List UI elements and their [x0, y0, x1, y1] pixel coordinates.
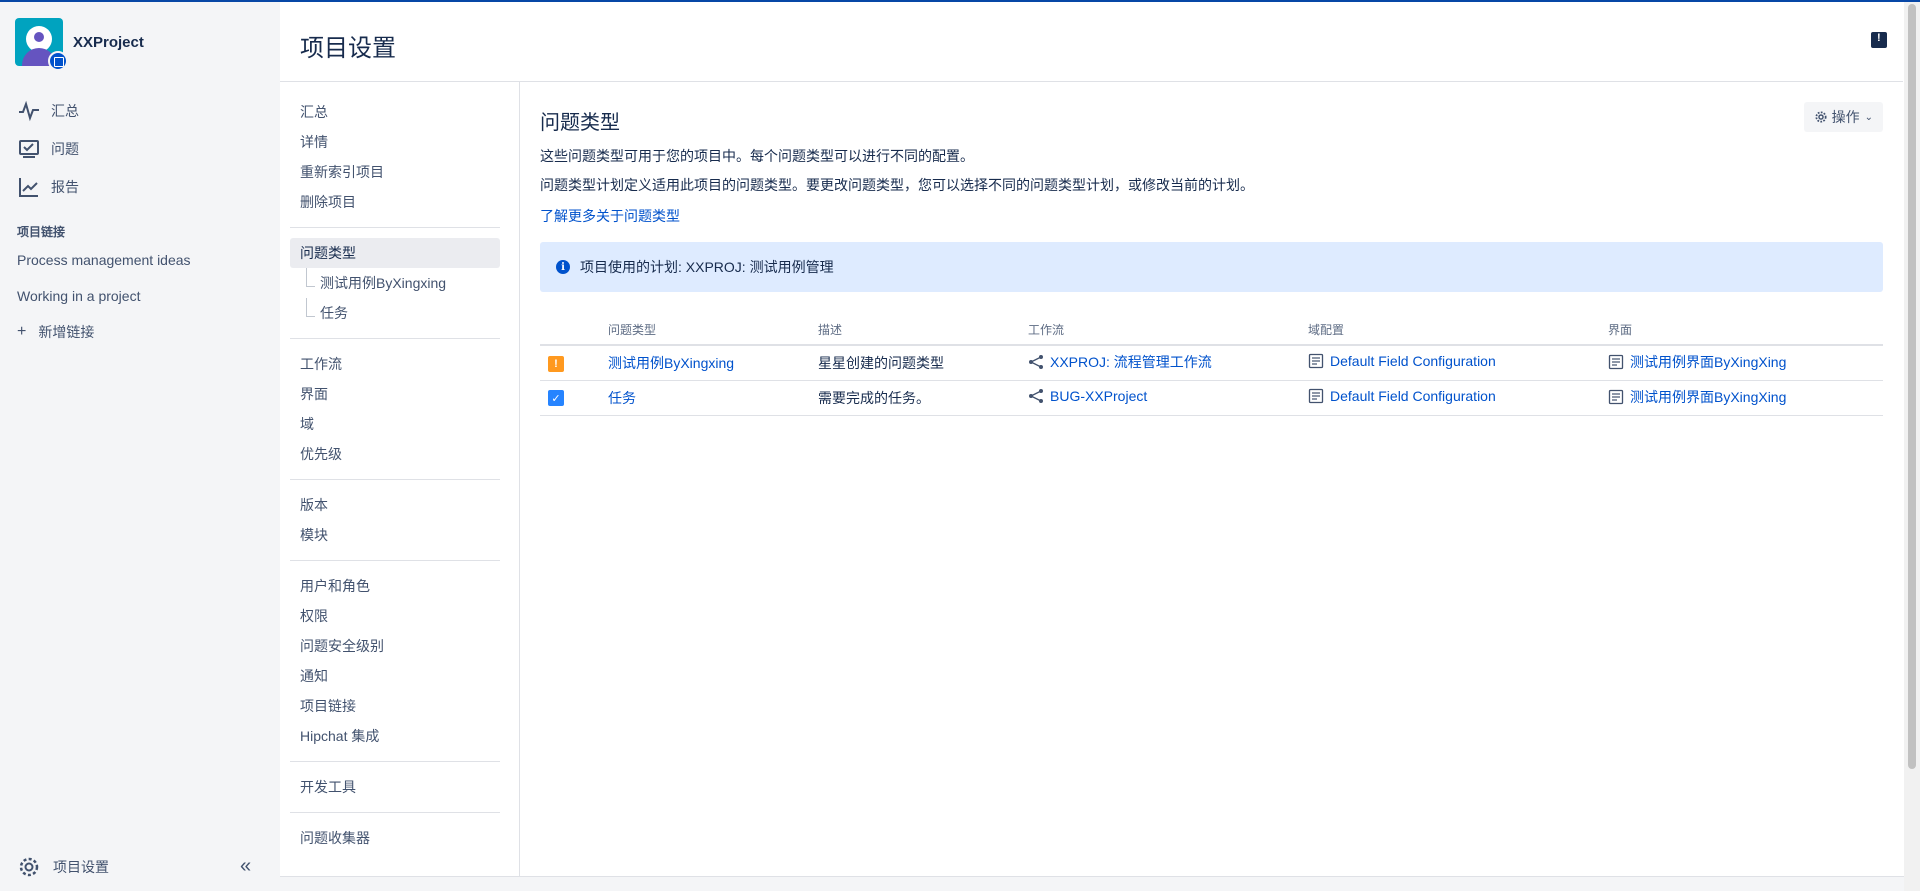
actions-label: 操作 — [1831, 109, 1860, 125]
table-header: 问题类型 — [600, 315, 810, 346]
screen-link[interactable]: 测试用例界面ByXingXing — [1630, 352, 1786, 372]
settings-nav-item[interactable]: 模块 — [290, 520, 500, 550]
settings-nav-divider — [290, 338, 500, 339]
settings-nav-subitem[interactable]: 测试用例ByXingxing — [290, 268, 500, 298]
settings-nav-item-active[interactable]: 问题类型 — [290, 238, 500, 268]
settings-nav-item[interactable]: 汇总 — [290, 97, 500, 127]
scrollbar-thumb[interactable] — [1908, 4, 1916, 769]
screen-link[interactable]: 测试用例界面ByXingXing — [1630, 387, 1786, 407]
table-header: 描述 — [810, 315, 1020, 346]
issue-type-description: 星星创建的问题类型 — [810, 345, 1020, 381]
table-header-row: 问题类型 描述 工作流 域配置 界面 — [540, 315, 1883, 346]
actions-button[interactable]: 操作 ⌄ — [1803, 102, 1883, 132]
project-sidebar: XXProject 汇总 问题 报告 项目链接 Process manageme… — [0, 2, 280, 891]
workflow-icon — [1029, 355, 1043, 370]
settings-nav-item[interactable]: 删除项目 — [290, 187, 500, 217]
nav-item-label: 汇总 — [51, 103, 79, 119]
table-row: ✓ 任务 需要完成的任务。 BUG-XXProject Default Fiel… — [540, 380, 1883, 416]
collapse-sidebar-icon[interactable]: « — [240, 855, 251, 878]
workflow-link[interactable]: XXPROJ: 流程管理工作流 — [1050, 352, 1212, 372]
issue-types-table: 问题类型 描述 工作流 域配置 界面 ! 测试用例ByXingxing 星星创建… — [540, 315, 1883, 416]
info-text: 项目使用的计划: XXPROJ: 测试用例管理 — [580, 259, 834, 275]
settings-nav-item[interactable]: 详情 — [290, 127, 500, 157]
settings-nav-divider — [290, 560, 500, 561]
nav-item-reports[interactable]: 报告 — [17, 168, 79, 206]
vertical-scrollbar[interactable] — [1904, 2, 1920, 891]
description-text: 问题类型计划定义适用此项目的问题类型。要更改问题类型，您可以选择不同的问题类型计… — [540, 177, 1254, 193]
project-settings-label: 项目设置 — [53, 859, 109, 875]
plus-icon: + — [17, 323, 27, 340]
vertical-divider — [519, 81, 520, 891]
workflow-icon — [1029, 389, 1043, 403]
screen-icon — [1608, 389, 1624, 405]
settings-nav-item[interactable]: 通知 — [290, 661, 500, 691]
settings-nav-item[interactable]: 重新索引项目 — [290, 157, 500, 187]
project-avatar — [15, 18, 68, 71]
task-icon: ✓ — [548, 390, 564, 407]
settings-nav-divider — [290, 479, 500, 480]
issue-type-description: 需要完成的任务。 — [810, 380, 1020, 416]
settings-nav-item[interactable]: 问题收集器 — [290, 823, 500, 853]
nav-item-label: 问题 — [51, 141, 79, 157]
info-message: i 项目使用的计划: XXPROJ: 测试用例管理 — [540, 242, 1883, 292]
settings-nav-item[interactable]: 项目链接 — [290, 691, 500, 721]
project-links-title: 项目链接 — [17, 225, 66, 239]
section-heading: 问题类型 — [540, 112, 620, 134]
settings-nav-item[interactable]: 界面 — [290, 379, 500, 409]
project-link-item[interactable]: Working in a project — [17, 288, 140, 304]
nav-item-label: 报告 — [51, 179, 79, 195]
gear-icon — [19, 857, 39, 877]
main-area: 项目设置 汇总 详情 重新索引项目 删除项目 问题类型 测试用例ByXingxi… — [280, 2, 1903, 891]
info-icon: i — [556, 260, 570, 274]
settings-nav-item[interactable]: 优先级 — [290, 439, 500, 469]
settings-nav-divider — [290, 227, 500, 228]
settings-nav-item[interactable]: Hipchat 集成 — [290, 721, 500, 751]
add-link-button[interactable]: + 新增链接 — [17, 322, 94, 342]
settings-nav-item[interactable]: 用户和角色 — [290, 571, 500, 601]
warning-icon: ! — [548, 355, 564, 372]
nav-item-issues[interactable]: 问题 — [17, 130, 79, 168]
field-config-icon — [1308, 388, 1324, 404]
settings-nav-item[interactable]: 问题安全级别 — [290, 631, 500, 661]
project-settings-link[interactable]: 项目设置 — [17, 855, 109, 879]
settings-nav-item[interactable]: 权限 — [290, 601, 500, 631]
table-row: ! 测试用例ByXingxing 星星创建的问题类型 XXPROJ: 流程管理工… — [540, 345, 1883, 381]
table-header: 域配置 — [1300, 315, 1600, 346]
project-name: XXProject — [73, 33, 144, 51]
learn-more-link[interactable]: 了解更多关于问题类型 — [540, 206, 680, 226]
issues-icon — [19, 140, 39, 158]
chevron-down-icon: ⌄ — [1864, 111, 1873, 123]
settings-nav-divider — [290, 812, 500, 813]
table-header-icon — [540, 315, 600, 346]
project-link-item[interactable]: Process management ideas — [17, 252, 191, 268]
feedback-icon[interactable] — [1871, 32, 1887, 48]
add-link-label: 新增链接 — [38, 324, 95, 340]
field-config-link[interactable]: Default Field Configuration — [1330, 388, 1496, 404]
settings-nav-item[interactable]: 开发工具 — [290, 772, 500, 802]
description-text: 这些问题类型可用于您的项目中。每个问题类型可以进行不同的配置。 — [540, 148, 974, 164]
table-header: 工作流 — [1020, 315, 1300, 346]
reports-icon — [19, 178, 38, 197]
settings-nav: 汇总 详情 重新索引项目 删除项目 问题类型 测试用例ByXingxing 任务… — [290, 97, 500, 853]
page-title: 项目设置 — [300, 35, 396, 62]
header-divider — [280, 81, 1903, 82]
screen-icon — [1608, 355, 1624, 370]
table-header: 界面 — [1600, 315, 1883, 346]
pulse-icon — [19, 100, 39, 122]
issue-type-link[interactable]: 任务 — [608, 390, 636, 406]
gear-icon — [1815, 111, 1827, 123]
nav-item-summary[interactable]: 汇总 — [17, 92, 79, 130]
settings-nav-subitem[interactable]: 任务 — [290, 298, 500, 328]
settings-nav-divider — [290, 761, 500, 762]
settings-nav-item[interactable]: 工作流 — [290, 349, 500, 379]
settings-nav-item[interactable]: 版本 — [290, 490, 500, 520]
workflow-link[interactable]: BUG-XXProject — [1050, 388, 1147, 404]
field-config-link[interactable]: Default Field Configuration — [1330, 353, 1496, 369]
project-header[interactable]: XXProject — [15, 18, 144, 71]
horizontal-scrollbar[interactable] — [280, 876, 1904, 891]
project-nav: 汇总 问题 报告 — [17, 92, 79, 206]
issue-type-link[interactable]: 测试用例ByXingxing — [608, 355, 734, 371]
settings-nav-item[interactable]: 域 — [290, 409, 500, 439]
field-config-icon — [1308, 354, 1324, 369]
